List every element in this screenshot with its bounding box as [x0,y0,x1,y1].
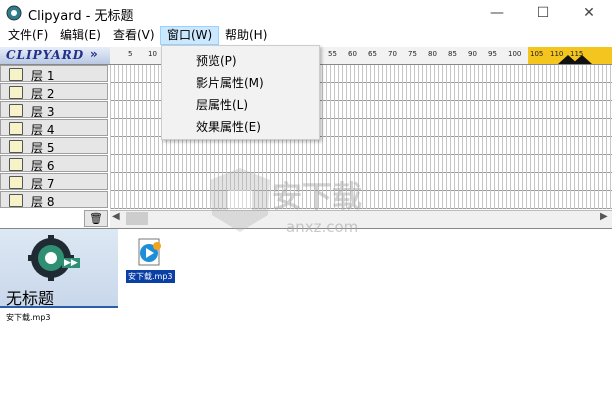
menu-view[interactable]: 查看(V) [107,26,161,45]
layer-label: 层 8 [31,195,55,209]
menu-item-effect-properties[interactable]: 效果属性(E) [196,118,261,135]
scroll-right-icon[interactable]: ▶ [600,211,608,222]
clipyard-logo: CLIPYARD [6,48,85,62]
ruler-end-marker-icon [558,55,592,64]
clip-label[interactable]: 安下载.mp3 [126,270,175,283]
layer-icon [9,194,23,207]
ruler-tick: 5 [128,50,133,58]
menu-item-movie-properties[interactable]: 影片属性(M) [196,74,264,91]
layer-label: 层 3 [31,105,55,119]
layer-icon [9,68,23,81]
menu-window[interactable]: 窗口(W) [160,26,220,45]
project-file-name: 安下载.mp3 [6,313,51,322]
layer-icon [9,104,23,117]
ruler-tick: 105 [530,50,544,58]
ruler-tick: 85 [448,50,457,58]
close-button[interactable]: ✕ [566,0,612,26]
audio-file-icon[interactable] [137,238,163,266]
ruler-tick: 60 [348,50,357,58]
layer-row[interactable]: 层 3 [0,101,108,119]
ruler-tick: 10 [148,50,157,58]
layer-icon [9,122,23,135]
layer-row[interactable]: 层 5 [0,137,108,155]
window-title: Clipyard - 无标题 [28,9,134,24]
trash-icon[interactable]: 🗑 [84,210,108,227]
ruler-tick: 55 [328,50,337,58]
menu-file[interactable]: 文件(F) [2,26,54,45]
ruler-tick: 95 [488,50,497,58]
play-icon: ▶▶ [62,258,80,268]
scroll-thumb[interactable] [126,212,148,225]
watermark-text: 安下载 [272,180,362,215]
layer-row[interactable]: 层 6 [0,155,108,173]
menu-edit[interactable]: 编辑(E) [54,26,107,45]
menu-item-preview[interactable]: 预览(P) [196,52,237,69]
maximize-button[interactable]: ☐ [520,0,566,26]
layer-label: 层 1 [31,69,55,83]
layer-label: 层 7 [31,177,55,191]
layer-icon [9,140,23,153]
layer-icon [9,176,23,189]
layer-list: 层 1 层 2 层 3 层 4 层 5 层 6 层 7 层 8 [0,65,110,209]
ruler-tick: 80 [428,50,437,58]
layer-row[interactable]: 层 7 [0,173,108,191]
fast-forward-icon: » [90,47,98,61]
layer-label: 层 5 [31,141,55,155]
layer-row[interactable]: 层 4 [0,119,108,137]
app-icon [6,5,22,21]
ruler-tick: 100 [508,50,522,58]
project-divider [0,306,118,308]
layer-icon [9,86,23,99]
ruler-tick: 90 [468,50,477,58]
layer-label: 层 6 [31,159,55,173]
window-menu-dropdown: 预览(P) 影片属性(M) 层属性(L) 效果属性(E) [161,45,320,140]
menu-help[interactable]: 帮助(H) [219,26,273,45]
layer-row[interactable]: 层 2 [0,83,108,101]
layer-label: 层 4 [31,123,55,137]
ruler-tick: 70 [388,50,397,58]
ruler-tick: 65 [368,50,377,58]
menu-item-layer-properties[interactable]: 层属性(L) [196,96,248,113]
layer-row[interactable]: 层 8 [0,191,108,209]
minimize-button[interactable]: — [474,0,520,26]
layer-icon [9,158,23,171]
layer-row[interactable]: 层 1 [0,65,108,83]
scroll-left-icon[interactable]: ◀ [112,211,120,222]
layer-label: 层 2 [31,87,55,101]
ruler-tick: 75 [408,50,417,58]
watermark-url: anxz.com [286,218,359,236]
